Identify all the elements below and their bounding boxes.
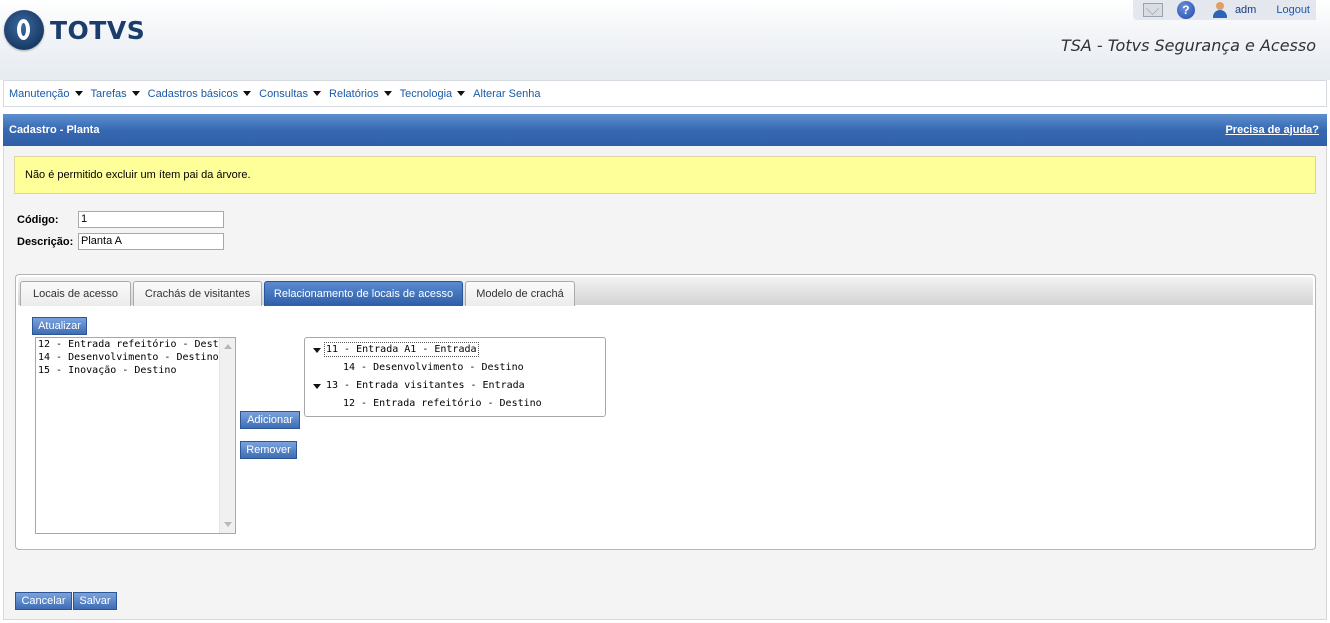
tree-node-child[interactable]: 12 - Entrada refeitório - Destino [343, 397, 542, 410]
app-title: TSA - Totvs Segurança e Acesso [1060, 36, 1316, 55]
descricao-label: Descrição: [17, 236, 74, 248]
list-item[interactable]: 12 - Entrada refeitório - Destino [36, 338, 218, 351]
list-item[interactable]: 14 - Desenvolvimento - Destino [36, 351, 218, 364]
remover-button[interactable]: Remover [240, 441, 297, 459]
expand-arrow-icon[interactable] [313, 384, 321, 389]
scroll-up-icon[interactable] [224, 344, 232, 349]
totvs-logo: TOTVS [4, 10, 145, 50]
available-locations-list[interactable]: 12 - Entrada refeitório - Destino 14 - D… [35, 337, 236, 534]
tab-crachas-de-visitantes[interactable]: Crachás de visitantes [133, 281, 262, 306]
menu-label: Tecnologia [399, 87, 453, 100]
adicionar-button[interactable]: Adicionar [240, 411, 300, 429]
header: TOTVS ? adm Logout TSA - Totvs Segurança… [0, 0, 1330, 80]
user-toolbar: ? adm Logout [1132, 0, 1316, 20]
user-name: adm [1234, 4, 1257, 16]
codigo-field[interactable]: 1 [78, 211, 224, 228]
tree-node-child[interactable]: 14 - Desenvolvimento - Destino [343, 361, 524, 374]
menu-tarefas[interactable]: Tarefas [91, 88, 140, 100]
codigo-label: Código: [17, 214, 59, 226]
mail-icon[interactable] [1142, 3, 1163, 17]
menu-label: Tarefas [90, 87, 127, 100]
user-icon [1212, 2, 1227, 18]
tree-node-parent[interactable]: 13 - Entrada visitantes - Entrada [326, 379, 525, 392]
page-title: Cadastro - Planta [9, 124, 100, 136]
tree-node-parent[interactable]: 11 - Entrada A1 - Entrada [324, 342, 479, 357]
caret-down-icon [243, 91, 252, 96]
caret-down-icon [74, 91, 83, 96]
menu-label: Manutenção [9, 87, 70, 100]
descricao-field[interactable]: Planta A [78, 233, 224, 250]
expand-arrow-icon[interactable] [313, 348, 321, 353]
help-link[interactable]: Precisa de ajuda? [1225, 124, 1319, 136]
caret-down-icon [383, 91, 392, 96]
tab-panel: Locais de acesso Crachás de visitantes R… [15, 274, 1316, 550]
page-content: Não é permitido excluir um ítem pai da á… [3, 146, 1327, 620]
menu-manutencao[interactable]: Manutenção [9, 88, 83, 100]
warning-text: Não é permitido excluir um ítem pai da á… [25, 169, 251, 181]
menu-consultas[interactable]: Consultas [259, 87, 322, 100]
scroll-down-icon[interactable] [224, 522, 232, 527]
menu-alterar-senha[interactable]: Alterar Senha [473, 88, 540, 100]
relationship-tree: 11 - Entrada A1 - Entrada 14 - Desenvolv… [304, 337, 606, 417]
warning-message: Não é permitido excluir um ítem pai da á… [14, 156, 1316, 194]
brand-name: TOTVS [50, 15, 146, 45]
caret-down-icon [457, 91, 466, 96]
menu-relatorios[interactable]: Relatórios [329, 88, 392, 100]
tab-modelo-de-cracha[interactable]: Modelo de crachá [465, 281, 575, 306]
tab-locais-de-acesso[interactable]: Locais de acesso [20, 281, 131, 306]
menu-label: Cadastros básicos [147, 87, 239, 100]
menu-label: Relatórios [329, 87, 379, 100]
atualizar-button[interactable]: Atualizar [32, 317, 87, 335]
caret-down-icon [131, 91, 140, 96]
totvs-logo-icon [4, 10, 44, 50]
menu-label: Alterar Senha [473, 87, 541, 100]
salvar-button[interactable]: Salvar [73, 592, 117, 610]
tab-relacionamento-locais[interactable]: Relacionamento de locais de acesso [264, 281, 463, 306]
menu-tecnologia[interactable]: Tecnologia [400, 88, 466, 100]
menu-cadastros-basicos[interactable]: Cadastros básicos [148, 88, 252, 100]
caret-down-icon [313, 91, 322, 96]
cancelar-button[interactable]: Cancelar [15, 592, 72, 610]
menu-label: Consultas [259, 87, 309, 100]
page-titlebar: Cadastro - Planta Precisa de ajuda? [3, 114, 1327, 146]
main-menu: Manutenção Tarefas Cadastros básicos Con… [3, 80, 1327, 107]
tab-strip: Locais de acesso Crachás de visitantes R… [18, 277, 1313, 306]
list-item[interactable]: 15 - Inovação - Destino [36, 364, 218, 377]
list-scrollbar[interactable] [219, 338, 235, 533]
help-icon[interactable]: ? [1176, 1, 1195, 19]
logout-link[interactable]: Logout [1276, 4, 1310, 16]
